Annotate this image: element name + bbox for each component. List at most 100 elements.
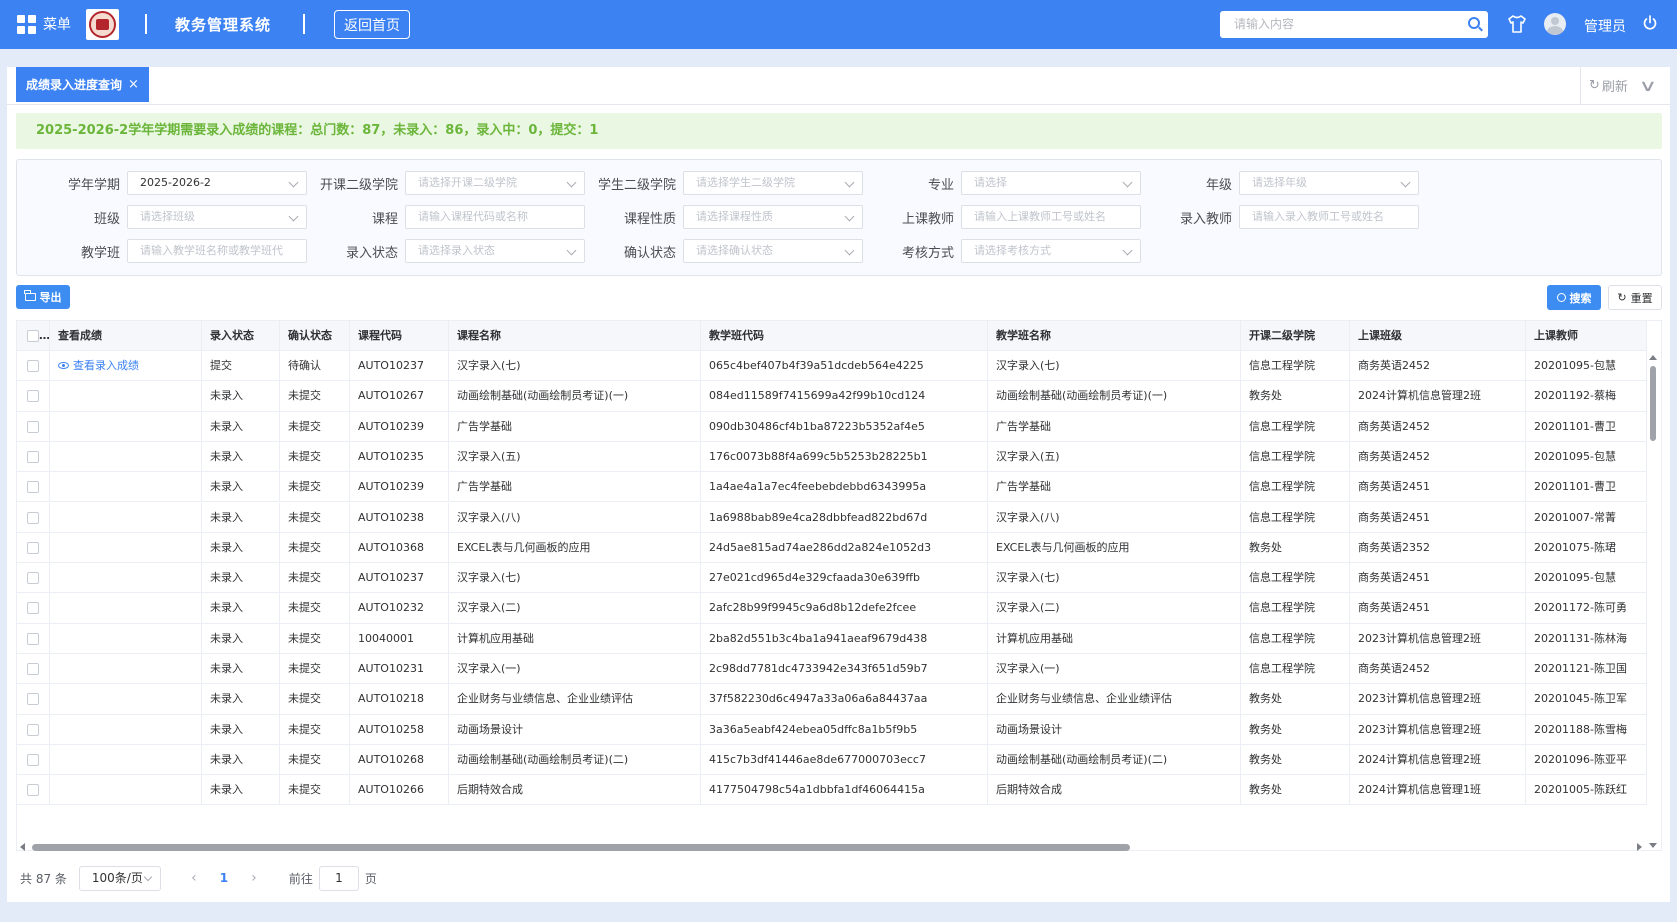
export-button[interactable]: 导出 xyxy=(16,285,70,309)
row-checkbox[interactable] xyxy=(27,632,39,645)
table-row[interactable]: 未录入 未提交 AUTO10239 广告学基础 090db30486cf4b1ba872… xyxy=(17,411,1647,442)
course-input[interactable]: 请输入课程代码或名称 xyxy=(405,205,585,229)
tab-tools: ↻ 刷新 ∨ xyxy=(1580,67,1670,104)
course-type-select[interactable]: 请选择课程性质 xyxy=(683,205,863,229)
row-checkbox[interactable] xyxy=(27,450,39,463)
term-select[interactable]: 2025-2026-2 xyxy=(127,171,307,195)
row-checkbox[interactable] xyxy=(27,541,39,554)
chevron-down-icon[interactable]: ∨ xyxy=(1638,76,1657,95)
cell-entry-status: 未录入 xyxy=(202,532,280,563)
grade-select[interactable]: 请选择年级 xyxy=(1239,171,1419,195)
select-all-checkbox[interactable] xyxy=(27,330,39,342)
row-checkbox[interactable] xyxy=(27,572,39,585)
user-name[interactable]: 管理员 xyxy=(1584,16,1626,36)
col-open-college: 开课二级学院 xyxy=(1241,321,1350,351)
table-row[interactable]: 未录入 未提交 AUTO10237 汉字录入(七) 27e021cd965d4e329c… xyxy=(17,563,1647,594)
menu-toggle[interactable]: 菜单 xyxy=(17,14,71,34)
cell-course-code: AUTO10368 xyxy=(350,532,449,563)
row-checkbox[interactable] xyxy=(27,663,39,675)
cell-teacher: 20201131-陈林海 xyxy=(1526,623,1647,654)
row-checkbox[interactable] xyxy=(27,602,39,615)
tab-score-entry-progress[interactable]: 成绩录入进度查询 × xyxy=(16,67,149,102)
page-number-current[interactable]: 1 xyxy=(209,871,239,885)
table-row[interactable]: 未录入 未提交 AUTO10368 EXCEL表与几何画板的应用 24d5ae815ad… xyxy=(17,532,1647,564)
scroll-thumb[interactable] xyxy=(32,844,1130,851)
teaching-class-input[interactable]: 请输入教学班名称或教学班代 xyxy=(127,239,307,263)
row-checkbox[interactable] xyxy=(27,784,39,797)
table-row[interactable]: 未录入 未提交 AUTO10235 汉字录入(五) 176c0073b88f4a699c… xyxy=(17,441,1647,473)
page-size-select[interactable]: 100条/页 xyxy=(78,865,161,891)
entry-teacher-input[interactable]: 请输入录入教师工号或姓名 xyxy=(1239,205,1419,229)
horizontal-scrollbar[interactable] xyxy=(16,840,1646,854)
cell-course-name: 企业财务与业绩信息、企业业绩评估 xyxy=(449,684,701,715)
cell-class-name: 后期特效合成 xyxy=(988,775,1241,806)
confirm-status-select[interactable]: 请选择确认状态 xyxy=(683,239,863,263)
home-button[interactable]: 返回首页 xyxy=(334,10,410,39)
header-search-input[interactable] xyxy=(1220,11,1450,36)
row-select-cell xyxy=(17,684,50,715)
cell-class-name: 汉字录入(八) xyxy=(988,502,1241,533)
table-row[interactable]: 未录入 未提交 AUTO10258 动画场景设计 3a36a5eabf424ebea05… xyxy=(17,714,1647,745)
refresh-button[interactable]: 刷新 xyxy=(1602,76,1628,95)
close-icon[interactable]: × xyxy=(128,77,139,92)
table-row[interactable]: 未录入 未提交 AUTO10266 后期特效合成 4177504798c54a1dbbf… xyxy=(17,775,1647,806)
top-header: 菜单 教务管理系统 返回首页 管理员 xyxy=(0,0,1677,49)
cell-course-name: EXCEL表与几何画板的应用 xyxy=(449,532,701,563)
cell-class-code: 1a4ae4a1a7ec4feebebdebbd6343995a xyxy=(701,472,988,503)
table-row[interactable]: 未录入 未提交 AUTO10267 动画绘制基础(动画绘制员考证)(一) 084ed11… xyxy=(17,381,1647,412)
cell-confirm-status: 未提交 xyxy=(280,441,350,472)
table-row[interactable]: 未录入 未提交 AUTO10238 汉字录入(八) 1a6988bab89e4ca28d… xyxy=(17,502,1647,533)
table-row[interactable]: 未录入 未提交 10040001 计算机应用基础 2ba82d551b3c4ba1a94… xyxy=(17,623,1647,654)
cell-attend-class: 2024计算机信息管理1班 xyxy=(1350,775,1526,806)
row-checkbox[interactable] xyxy=(27,753,39,766)
table-row[interactable]: 查看录入成绩 提交 待确认 AUTO10237 汉字录入(七) 065c4bef407b4… xyxy=(17,351,1647,382)
row-checkbox[interactable] xyxy=(27,360,39,372)
open-college-select[interactable]: 请选择开课二级学院 xyxy=(405,171,585,195)
avatar[interactable] xyxy=(1544,13,1566,35)
table-row[interactable]: 未录入 未提交 AUTO10232 汉字录入(二) 2afc28b99f9945c9a6… xyxy=(17,593,1647,624)
scroll-right-arrow-icon[interactable] xyxy=(1637,843,1642,851)
cell-teacher: 20201188-陈雪梅 xyxy=(1526,714,1647,745)
major-select[interactable]: 请选择 xyxy=(961,171,1141,195)
scroll-up-arrow-icon[interactable] xyxy=(1649,355,1657,360)
student-college-select[interactable]: 请选择学生二级学院 xyxy=(683,171,863,195)
eye-icon xyxy=(58,362,69,369)
table-row[interactable]: 未录入 未提交 AUTO10239 广告学基础 1a4ae4a1a7ec4feebebd… xyxy=(17,472,1647,503)
view-entry-score-link[interactable]: 查看录入成绩 xyxy=(58,359,139,372)
exam-method-select[interactable]: 请选择考核方式 xyxy=(961,239,1141,263)
search-icon[interactable] xyxy=(1468,17,1480,29)
cell-confirm-status: 未提交 xyxy=(280,472,350,503)
search-button[interactable]: 搜索 xyxy=(1547,285,1601,310)
prev-page-button[interactable]: ‹ xyxy=(179,870,209,886)
table-row[interactable]: 未录入 未提交 AUTO10218 企业财务与业绩信息、企业业绩评估 37f582230… xyxy=(17,684,1647,715)
cell-class-name: 计算机应用基础 xyxy=(988,623,1241,654)
next-page-button[interactable]: › xyxy=(239,870,269,886)
table-row[interactable]: 未录入 未提交 AUTO10231 汉字录入(一) 2c98dd7781dc473394… xyxy=(17,654,1647,685)
cell-confirm-status: 未提交 xyxy=(280,714,350,745)
vertical-scrollbar[interactable] xyxy=(1645,351,1661,850)
row-checkbox[interactable] xyxy=(27,511,39,524)
refresh-icon[interactable]: ↻ xyxy=(1589,78,1600,93)
row-checkbox[interactable] xyxy=(27,420,39,433)
cell-view-score xyxy=(50,532,202,563)
class-select[interactable]: 请选择班级 xyxy=(127,205,307,229)
theme-shirt-icon[interactable] xyxy=(1507,14,1527,34)
scroll-thumb[interactable] xyxy=(1650,366,1656,441)
scroll-left-arrow-icon[interactable] xyxy=(20,843,25,851)
row-checkbox[interactable] xyxy=(27,693,39,706)
reset-button[interactable]: ↻ 重置 xyxy=(1608,285,1662,310)
row-checkbox[interactable] xyxy=(27,723,39,736)
cell-course-code: AUTO10239 xyxy=(350,472,449,503)
filter-grade-label: 年级 xyxy=(1205,178,1232,193)
entry-status-select[interactable]: 请选择录入状态 xyxy=(405,239,585,263)
goto-page-input[interactable] xyxy=(318,865,359,891)
row-select-cell xyxy=(17,714,50,745)
row-checkbox[interactable] xyxy=(27,481,39,494)
logout-power-icon[interactable] xyxy=(1642,15,1658,31)
scroll-down-arrow-icon[interactable] xyxy=(1649,843,1657,848)
row-checkbox[interactable] xyxy=(27,390,39,403)
row-select-cell xyxy=(17,744,50,775)
teacher-input[interactable]: 请输入上课教师工号或姓名 xyxy=(961,205,1141,229)
table-row[interactable]: 未录入 未提交 AUTO10268 动画绘制基础(动画绘制员考证)(二) 415c7b3… xyxy=(17,744,1647,776)
cell-course-code: AUTO10267 xyxy=(350,381,449,412)
